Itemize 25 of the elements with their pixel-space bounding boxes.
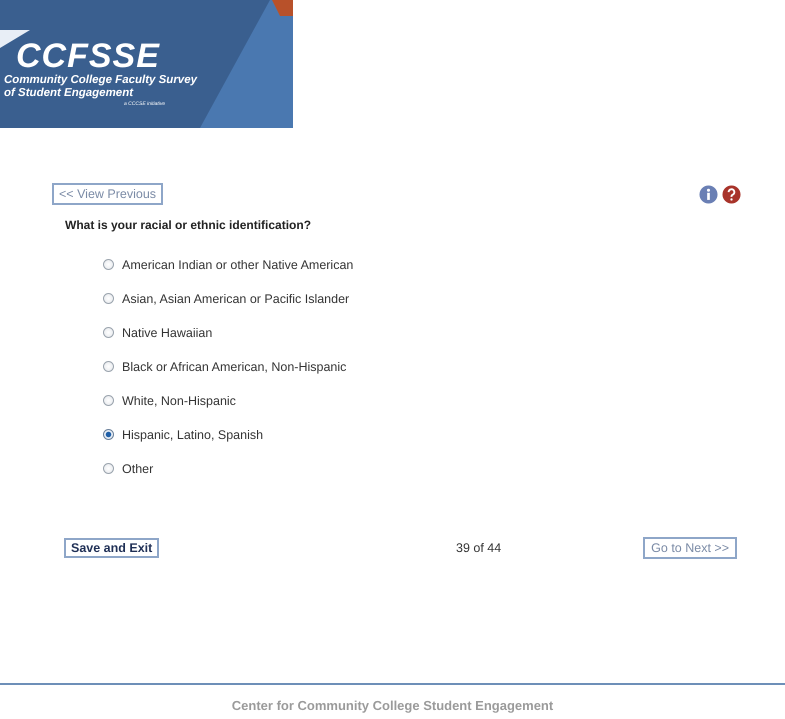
radio-button[interactable] [103,361,114,372]
option-label[interactable]: Black or African American, Non-Hispanic [122,360,346,374]
radio-button[interactable] [103,327,114,338]
save-and-exit-button[interactable]: Save and Exit [64,538,160,558]
view-previous-button[interactable]: << View Previous [52,183,164,205]
help-icon[interactable] [722,184,741,204]
radio-button[interactable] [103,293,114,304]
radio-button[interactable] [103,395,114,406]
radio-button[interactable] [103,463,114,474]
logo-title: CCFSSE [16,38,161,74]
footer-organization: Center for Community College Student Engagement [232,698,554,713]
progress-text: 39 of 44 [456,541,502,555]
option-label[interactable]: White, Non-Hispanic [122,394,236,408]
logo-subtitle: of Student Engagement [4,87,134,100]
option-label[interactable]: Hispanic, Latino, Spanish [122,428,264,442]
option-label[interactable]: American Indian or other Native American [122,258,354,272]
option-label[interactable]: Native Hawaiian [122,326,212,340]
go-to-next-button[interactable]: Go to Next >> [643,537,737,559]
radio-button[interactable] [103,429,114,440]
logo-subtitle: Community College Faculty Survey [4,74,197,87]
info-icon[interactable] [699,184,718,204]
radio-button[interactable] [103,259,114,270]
option-label[interactable]: Other [122,462,154,476]
option-label[interactable]: Asian, Asian American or Pacific Islander [122,292,350,306]
question-text: What is your racial or ethnic identification? [65,218,312,232]
